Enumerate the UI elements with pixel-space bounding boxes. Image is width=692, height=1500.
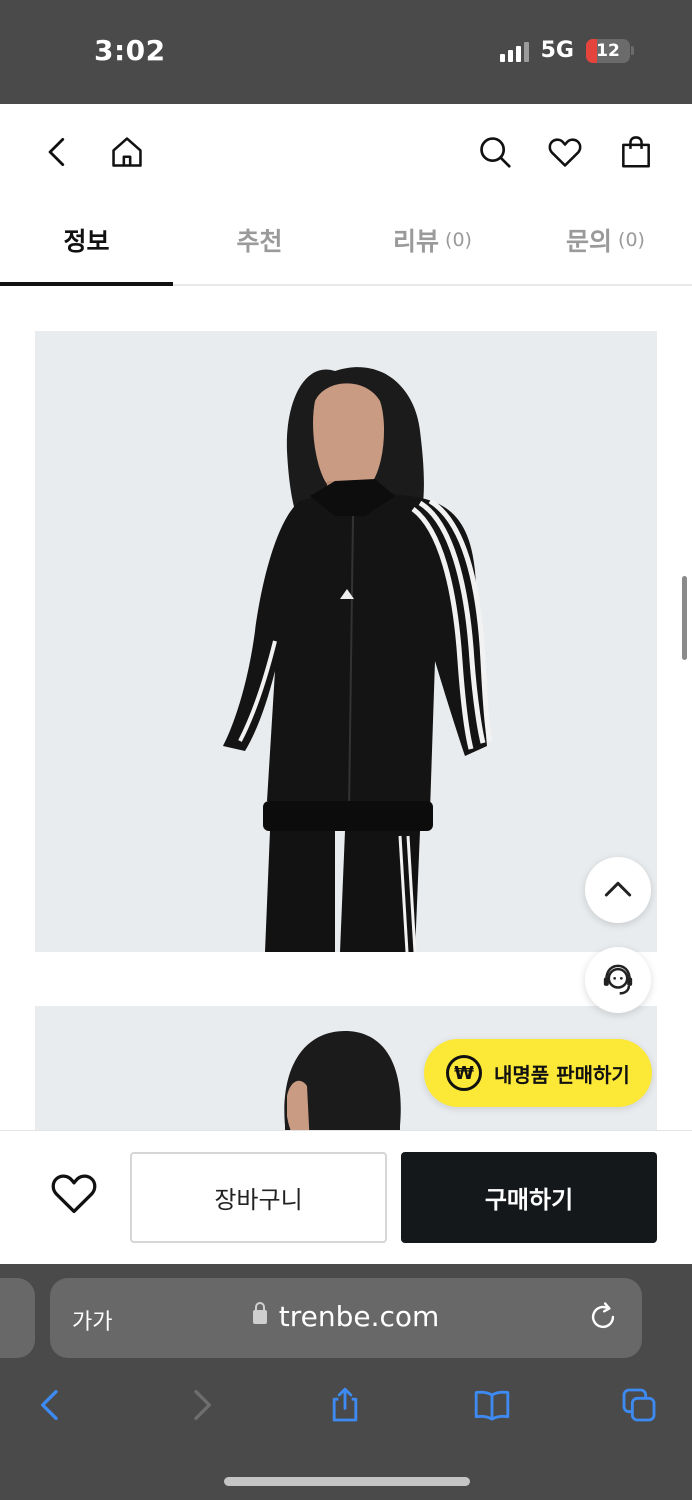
tab-inquiry[interactable]: 문의 (0) — [519, 196, 692, 284]
url-text: trenbe.com — [278, 1300, 440, 1333]
status-time: 3:02 — [94, 34, 166, 67]
tabs-button[interactable] — [616, 1382, 662, 1428]
tabs-icon — [622, 1388, 656, 1422]
product-image — [35, 331, 657, 952]
battery-level: 12 — [596, 40, 620, 61]
tab-label: 정보 — [63, 227, 110, 256]
browser-forward-button[interactable] — [178, 1382, 224, 1428]
signal-icon — [499, 40, 529, 62]
home-button[interactable] — [105, 130, 149, 174]
battery-icon: 12 — [586, 38, 634, 63]
bookmarks-button[interactable] — [469, 1382, 515, 1428]
browser-toolbar: 가가 trenbe.com — [0, 1264, 692, 1500]
product-detail-content — [0, 286, 692, 1130]
headset-icon — [603, 964, 633, 995]
scroll-top-button[interactable] — [585, 857, 651, 923]
shopping-bag-button[interactable] — [614, 130, 658, 174]
scroll-indicator[interactable] — [682, 576, 687, 660]
chevron-up-icon — [604, 881, 632, 897]
browser-back-button[interactable] — [28, 1382, 74, 1428]
product-tabs: 정보 추천 리뷰 (0) 문의 (0) — [0, 196, 692, 286]
chevron-left-icon — [41, 1390, 58, 1420]
heart-icon — [548, 138, 582, 167]
home-icon — [112, 137, 142, 167]
back-button[interactable] — [36, 130, 80, 174]
tab-recommend[interactable]: 추천 — [173, 196, 346, 284]
tab-info[interactable]: 정보 — [0, 196, 173, 286]
purchase-action-bar: 장바구니 구매하기 — [0, 1130, 692, 1264]
heart-icon — [51, 1174, 97, 1214]
status-bar: 3:02 5G 12 — [0, 0, 692, 104]
address-bar[interactable]: 가가 trenbe.com — [50, 1278, 642, 1358]
tab-review[interactable]: 리뷰 (0) — [346, 196, 519, 284]
sell-label: 내명품 판매하기 — [494, 1062, 630, 1087]
previous-tab-preview[interactable] — [0, 1278, 35, 1358]
search-icon — [480, 137, 511, 168]
search-button[interactable] — [473, 130, 517, 174]
home-indicator[interactable] — [224, 1477, 470, 1486]
share-button[interactable] — [322, 1382, 368, 1428]
tab-label: 문의 — [566, 227, 613, 256]
book-icon — [474, 1390, 510, 1421]
top-nav — [0, 104, 692, 196]
url-display[interactable]: trenbe.com — [50, 1300, 642, 1333]
wishlist-button[interactable] — [543, 130, 587, 174]
tab-count: (0) — [445, 229, 472, 251]
add-to-cart-button[interactable]: 장바구니 — [130, 1152, 387, 1243]
customer-support-button[interactable] — [585, 947, 651, 1013]
tab-label: 추천 — [236, 227, 283, 256]
share-icon — [332, 1387, 358, 1422]
buy-now-button[interactable]: 구매하기 — [401, 1152, 657, 1243]
chevron-right-icon — [194, 1390, 211, 1420]
reload-icon — [591, 1302, 615, 1329]
status-indicators: 5G 12 — [499, 38, 634, 63]
shopping-bag-icon — [622, 136, 650, 168]
wishlist-toggle-button[interactable] — [48, 1167, 100, 1219]
sell-my-luxury-button[interactable]: ₩ 내명품 판매하기 — [424, 1039, 652, 1107]
product-photo-track-jacket — [35, 331, 657, 952]
tab-count: (0) — [618, 229, 645, 251]
network-type: 5G — [540, 38, 574, 63]
chevron-left-icon — [48, 137, 65, 167]
lock-icon — [252, 1302, 267, 1324]
tab-label: 리뷰 — [393, 227, 440, 256]
won-coin-icon: ₩ — [446, 1055, 482, 1091]
reload-button[interactable] — [586, 1300, 620, 1334]
